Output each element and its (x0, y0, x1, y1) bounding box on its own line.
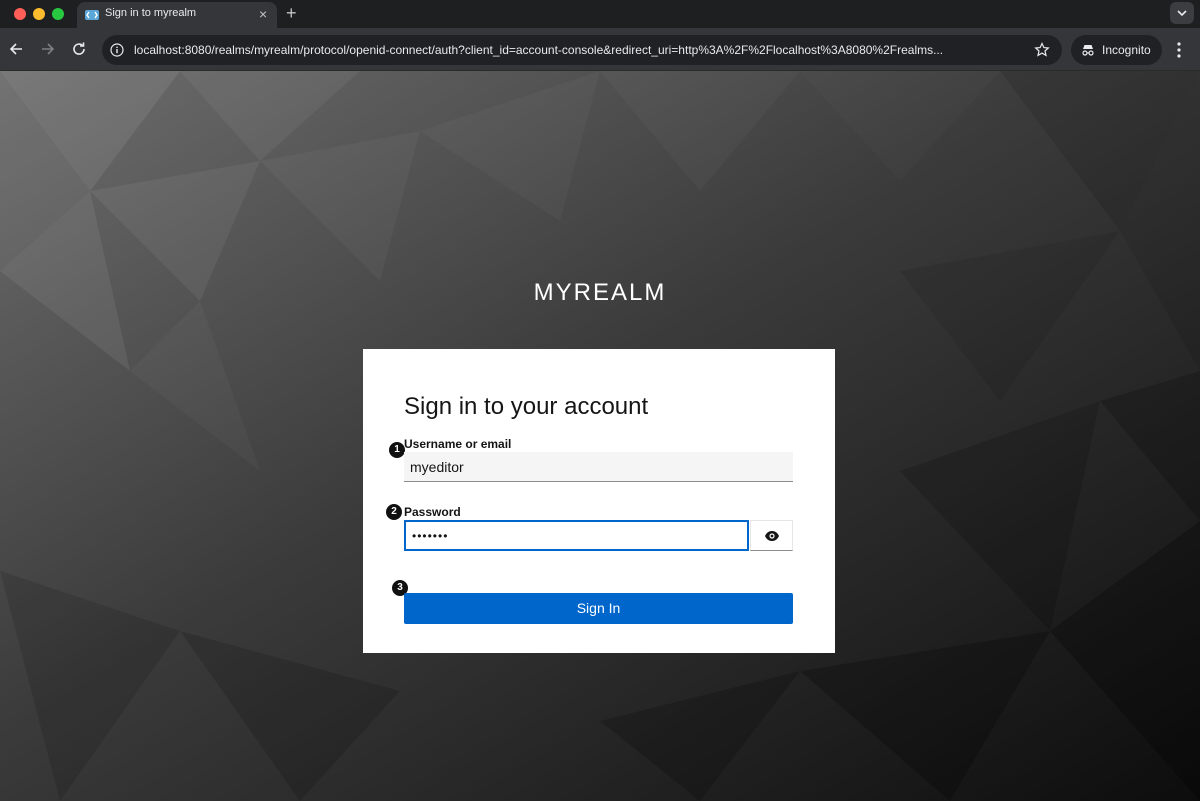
show-password-button[interactable] (750, 520, 793, 551)
browser-tab-bar: Sign in to myrealm × + (0, 0, 1200, 28)
username-input[interactable] (404, 452, 793, 482)
incognito-icon (1082, 45, 1094, 56)
back-arrow-icon[interactable] (8, 40, 26, 58)
reload-icon[interactable] (70, 40, 88, 58)
new-tab-button[interactable]: + (286, 2, 297, 24)
incognito-label: Incognito (1102, 43, 1151, 57)
site-info-icon[interactable] (110, 43, 124, 57)
login-card: Sign in to your account 1 Username or em… (363, 349, 835, 653)
close-window-button[interactable] (14, 8, 26, 20)
step-marker-1: 1 (389, 442, 405, 458)
address-bar[interactable]: localhost:8080/realms/myrealm/protocol/o… (102, 35, 1062, 65)
forward-arrow-icon[interactable] (38, 40, 56, 58)
browser-tab-active[interactable]: Sign in to myrealm × (77, 2, 277, 28)
login-page: MYREALM Sign in to your account 1 Userna… (0, 71, 1200, 801)
sign-in-button[interactable]: Sign In (404, 593, 793, 624)
tab-search-button[interactable] (1170, 2, 1194, 24)
tab-close-icon[interactable]: × (259, 5, 267, 23)
more-menu-icon[interactable] (1176, 41, 1182, 59)
realm-name-heading: MYREALM (533, 279, 667, 306)
bookmark-star-icon[interactable] (1034, 42, 1050, 58)
username-label: Username or email (404, 437, 512, 451)
password-label: Password (404, 505, 461, 519)
maximize-window-button[interactable] (52, 8, 64, 20)
step-marker-2: 2 (386, 504, 402, 520)
login-card-title: Sign in to your account (404, 393, 649, 420)
tab-title: Sign in to myrealm (105, 7, 197, 19)
url-text[interactable]: localhost:8080/realms/myrealm/protocol/o… (134, 43, 1024, 57)
chevron-down-icon (1177, 10, 1187, 17)
browser-toolbar: localhost:8080/realms/myrealm/protocol/o… (0, 28, 1200, 71)
minimize-window-button[interactable] (33, 8, 45, 20)
keycloak-favicon-icon (85, 10, 99, 20)
password-input[interactable] (404, 520, 749, 551)
eye-icon (765, 531, 779, 541)
incognito-indicator[interactable]: Incognito (1071, 35, 1162, 65)
